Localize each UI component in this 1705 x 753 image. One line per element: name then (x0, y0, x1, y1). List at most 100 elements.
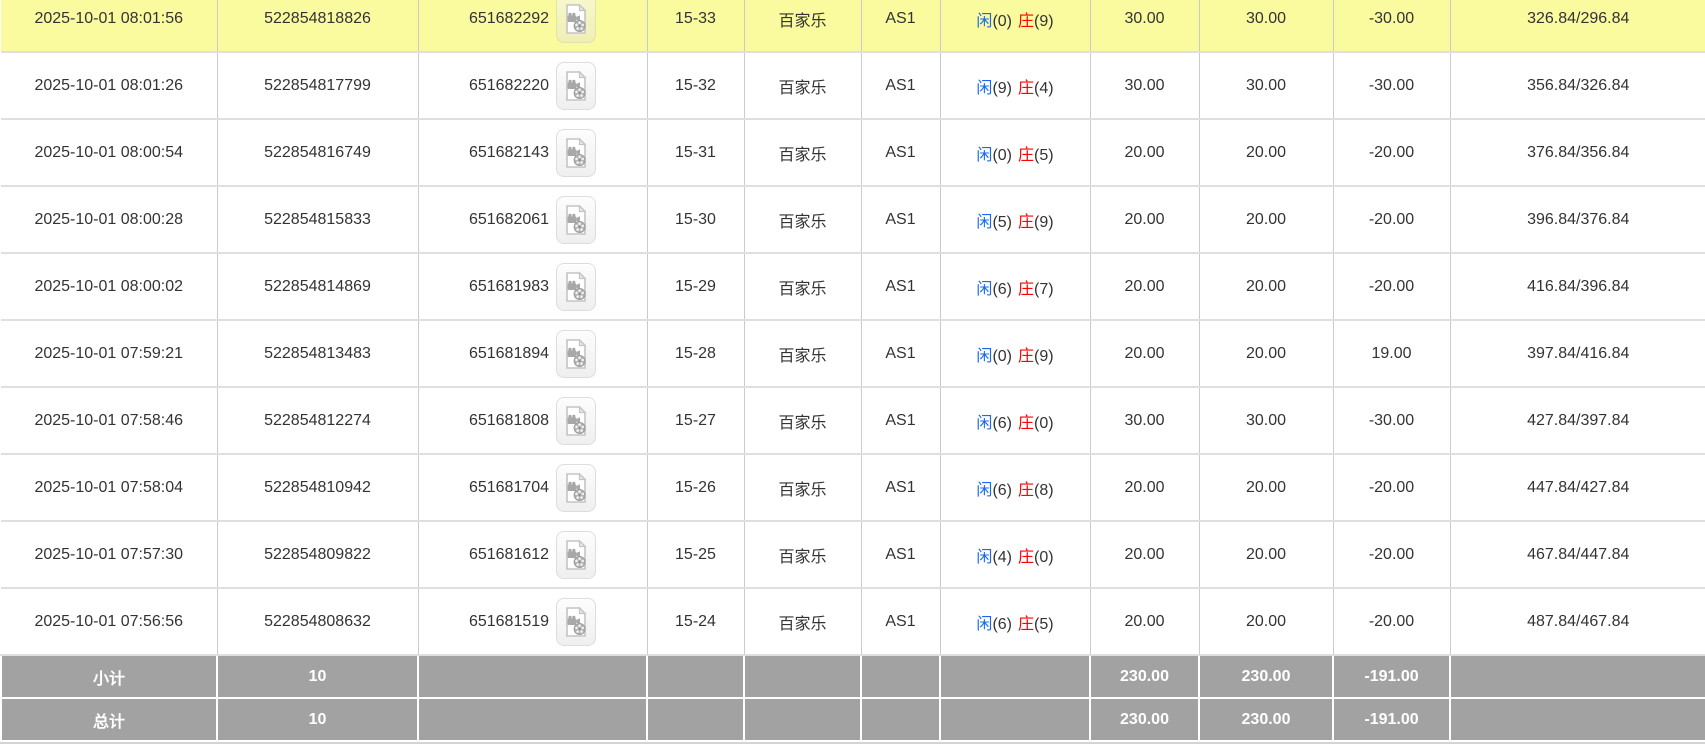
banker-result-score: (7) (1034, 281, 1054, 298)
video-file-icon (563, 204, 589, 236)
game-type-cell: 百家乐 (744, 387, 861, 454)
round-cell: 15-29 (647, 253, 744, 320)
table-row: 2025-10-01 07:56:56 522854808632 6516815… (1, 588, 1705, 655)
summary-row: 小计 10 230.00 230.00 -191.00 (1, 655, 1705, 698)
game-type-cell: 百家乐 (744, 186, 861, 253)
table-code-cell: AS1 (861, 119, 940, 186)
player-result-score: (6) (992, 415, 1012, 432)
game-type-cell: 百家乐 (744, 119, 861, 186)
video-file-icon (563, 338, 589, 370)
video-playback-button[interactable] (556, 397, 596, 445)
summary-win-loss-cell: -191.00 (1333, 655, 1450, 698)
bet-amount-cell: 30.00 (1090, 387, 1199, 454)
win-loss-cell: 19.00 (1333, 320, 1450, 387)
balance-cell: 416.84/396.84 (1450, 253, 1705, 320)
video-playback-button[interactable] (556, 62, 596, 110)
game-number: 651681704 (469, 479, 549, 496)
video-playback-button[interactable] (556, 0, 596, 43)
table-row: 2025-10-01 07:57:30 522854809822 6516816… (1, 521, 1705, 588)
order-id-cell: 522854816749 (217, 119, 418, 186)
video-file-icon (563, 405, 589, 437)
game-id-cell: 651681894 (418, 320, 647, 387)
valid-bet-cell: 20.00 (1199, 253, 1333, 320)
round-cell: 15-24 (647, 588, 744, 655)
game-number: 651681519 (469, 613, 549, 630)
banker-result-label: 庄 (1018, 348, 1034, 365)
game-id-cell: 651681808 (418, 387, 647, 454)
banker-result-label: 庄 (1018, 616, 1034, 633)
player-result-label: 闲 (976, 549, 992, 566)
game-id-cell: 651682292 (418, 0, 647, 52)
result-cell: 闲(0)庄(5) (940, 119, 1090, 186)
order-id-cell: 522854812274 (217, 387, 418, 454)
banker-result-score: (4) (1034, 80, 1054, 97)
balance-cell: 396.84/376.84 (1450, 186, 1705, 253)
bet-time-cell: 2025-10-01 08:00:02 (1, 253, 217, 320)
player-result-label: 闲 (976, 214, 992, 231)
summary-empty-cell (940, 698, 1090, 741)
video-playback-button[interactable] (556, 531, 596, 579)
bet-time-cell: 2025-10-01 07:56:56 (1, 588, 217, 655)
player-result-label: 闲 (976, 80, 992, 97)
video-playback-button[interactable] (556, 598, 596, 646)
result-cell: 闲(6)庄(0) (940, 387, 1090, 454)
valid-bet-cell: 20.00 (1199, 119, 1333, 186)
game-type-cell: 百家乐 (744, 454, 861, 521)
summary-empty-cell (1450, 698, 1705, 741)
game-id-cell: 651681704 (418, 454, 647, 521)
player-result-score: (6) (992, 482, 1012, 499)
game-number: 651682292 (469, 10, 549, 27)
result-cell: 闲(6)庄(5) (940, 588, 1090, 655)
banker-result-score: (8) (1034, 482, 1054, 499)
round-cell: 15-26 (647, 454, 744, 521)
game-id-cell: 651681983 (418, 253, 647, 320)
balance-cell: 356.84/326.84 (1450, 52, 1705, 119)
valid-bet-cell: 30.00 (1199, 0, 1333, 52)
video-file-icon (563, 472, 589, 504)
table-code-cell: AS1 (861, 387, 940, 454)
bet-time-cell: 2025-10-01 08:01:26 (1, 52, 217, 119)
bet-amount-cell: 30.00 (1090, 0, 1199, 52)
game-id-cell: 651682061 (418, 186, 647, 253)
video-playback-button[interactable] (556, 129, 596, 177)
summary-empty-cell (861, 698, 940, 741)
summary-empty-cell (940, 655, 1090, 698)
summary-count-cell: 10 (217, 655, 418, 698)
valid-bet-cell: 30.00 (1199, 387, 1333, 454)
order-id-cell: 522854809822 (217, 521, 418, 588)
video-file-icon (563, 70, 589, 102)
table-row: 2025-10-01 08:01:26 522854817799 6516822… (1, 52, 1705, 119)
banker-result-label: 庄 (1018, 281, 1034, 298)
player-result-score: (4) (992, 549, 1012, 566)
video-playback-button[interactable] (556, 263, 596, 311)
banker-result-label: 庄 (1018, 549, 1034, 566)
video-playback-button[interactable] (556, 196, 596, 244)
game-number: 651682220 (469, 77, 549, 94)
win-loss-cell: -20.00 (1333, 454, 1450, 521)
round-cell: 15-33 (647, 0, 744, 52)
player-result-score: (5) (992, 214, 1012, 231)
banker-result-score: (0) (1034, 415, 1054, 432)
bet-amount-cell: 20.00 (1090, 253, 1199, 320)
bet-amount-cell: 20.00 (1090, 186, 1199, 253)
bet-amount-cell: 30.00 (1090, 52, 1199, 119)
win-loss-cell: -20.00 (1333, 588, 1450, 655)
banker-result-score: (9) (1034, 348, 1054, 365)
order-id-cell: 522854818826 (217, 0, 418, 52)
bet-time-cell: 2025-10-01 08:01:56 (1, 0, 217, 52)
banker-result-score: (9) (1034, 214, 1054, 231)
video-playback-button[interactable] (556, 330, 596, 378)
round-cell: 15-25 (647, 521, 744, 588)
summary-empty-cell (418, 655, 647, 698)
banker-result-score: (5) (1034, 147, 1054, 164)
balance-cell: 397.84/416.84 (1450, 320, 1705, 387)
win-loss-cell: -20.00 (1333, 521, 1450, 588)
game-type-cell: 百家乐 (744, 253, 861, 320)
win-loss-cell: -30.00 (1333, 0, 1450, 52)
video-playback-button[interactable] (556, 464, 596, 512)
player-result-label: 闲 (976, 13, 992, 30)
bet-time-cell: 2025-10-01 07:57:30 (1, 521, 217, 588)
bet-time-cell: 2025-10-01 08:00:28 (1, 186, 217, 253)
order-id-cell: 522854813483 (217, 320, 418, 387)
summary-row: 总计 10 230.00 230.00 -191.00 (1, 698, 1705, 741)
